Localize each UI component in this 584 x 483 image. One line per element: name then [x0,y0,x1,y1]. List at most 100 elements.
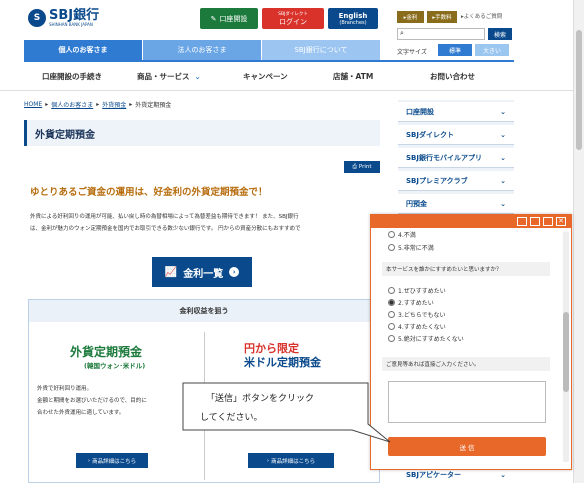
survey-scrollbar-thumb[interactable] [563,312,569,392]
radio-button[interactable] [388,311,395,318]
sidebar-label: 円預金 [406,199,427,208]
survey-option-1[interactable]: 1.ぜひすすめたい [388,286,446,295]
survey-scrollbar[interactable] [563,232,569,462]
direct-login-label: ログイン [279,17,307,26]
sidebar-label: SBJプレミアクラブ [406,176,468,185]
text-size-large-button[interactable]: 大きい [475,44,509,56]
survey-option-3[interactable]: 3.どちらでもない [388,310,446,319]
nav-branches[interactable]: 店舗・ATM [333,71,373,82]
product1-desc-3: 合わせた外貨運用に適しています。 [37,410,125,416]
breadcrumb-personal[interactable]: 個人のお客さま [51,100,93,109]
survey-top-option[interactable]: 5.非常に不満 [388,243,434,252]
radio-button[interactable] [388,323,395,330]
english-sub-label: (Branches) [339,19,367,26]
product1-detail-label: 商品詳細はこちら [92,458,137,465]
tab-underline [24,60,514,62]
rate-list-button[interactable]: 📈 金利一覧 › [152,257,252,287]
tab-personal[interactable]: 個人のお客さま [24,40,142,60]
maximize-icon[interactable] [543,216,553,226]
sidebar-label: SBJアピケーター [406,470,461,479]
nav-products-label: 商品・サービス [137,72,190,81]
pencil-icon: ✎ [210,14,217,23]
sidebar-item-mobile-app[interactable]: SBJ銀行モバイルアプリ ⌄ [398,148,514,168]
logo[interactable]: S SBJ銀行 SHINHAN BANK JAPAN [28,9,99,27]
sidebar-label: SBJダイレクト [406,130,454,139]
headline: ゆとりあるご資金の運用は、好金利の外貨定期預金で！ [30,187,268,198]
page-title: 外貨定期預金 [24,120,380,146]
option-label: 4.不満 [398,232,416,239]
chevron-down-icon: ⌄ [500,107,506,116]
tab-corporate[interactable]: 法人のお客さま [143,40,261,60]
page-scrollbar-thumb[interactable] [576,30,582,150]
product2-title-2: 米ドル定期預金 [244,356,321,369]
logo-text: SBJ銀行 [49,8,100,23]
direct-login-button[interactable]: SBJダイレクト ログイン [262,8,324,29]
chevron-right-icon: › [266,457,270,464]
sidebar-item-account[interactable]: 口座開設 ⌄ [398,102,514,122]
option-label: 1.ぜひすすめたい [398,288,446,295]
fee-link[interactable]: ▸手数料 [427,11,457,23]
option-label: 4.すすめたくない [398,324,446,331]
product1-subtitle: (韓国ウォン･米ドル) [84,362,146,370]
nav-campaign[interactable]: キャンペーン [243,71,288,82]
radio-button[interactable] [388,287,395,294]
arrow-right-icon: › [229,267,240,277]
nav-divider [0,90,584,91]
nav-account-procedure[interactable]: 口座開設の手続き [42,71,102,82]
rate-link[interactable]: ▸金利 [397,11,424,23]
product1-desc-1: 外貨で好利回り運用。 [37,386,93,392]
english-button[interactable]: English (Branches) [328,8,378,29]
print-button[interactable]: ⎙ Print [344,161,380,173]
product1-desc-2: 金額と期間をお選びいただけるので、目的に [37,398,147,404]
chevron-down-icon: ⌄ [500,153,506,162]
survey-option-5[interactable]: 5.絶対にすすめたくない [388,334,464,343]
restore-icon[interactable] [530,216,540,226]
nav-products[interactable]: 商品・サービス ⌄ [137,71,201,82]
product1-detail-button[interactable]: › 商品詳細はこちら [76,453,148,468]
minimize-icon[interactable] [517,216,527,226]
survey-option-4[interactable]: 4.すすめたくない [388,322,446,331]
option-label: 5.絶対にすすめたくない [398,336,464,343]
radio-button[interactable] [388,335,395,342]
rate-list-label: 金利一覧 [183,268,224,280]
print-label: Print [358,164,372,170]
breadcrumb-foreign-deposit[interactable]: 外貨預金 [102,100,126,109]
submit-button[interactable]: 送 信 [388,437,546,456]
survey-option-2[interactable]: 2.すすめたい [388,298,434,307]
close-icon[interactable]: ✕ [556,216,566,226]
search-icon: ⌕ [400,29,404,37]
search-button[interactable]: 検索 [488,28,512,40]
sidebar-item-direct[interactable]: SBJダイレクト ⌄ [398,125,514,145]
chevron-down-icon: ⌄ [500,470,506,479]
comment-textarea[interactable] [388,381,546,423]
printer-icon: ⎙ [352,163,357,170]
radio-button[interactable] [388,231,395,238]
tab-about[interactable]: SBJ銀行について [262,40,380,60]
text-size-label: 文字サイズ [397,49,427,56]
sidebar-label: SBJ銀行モバイルアプリ [406,153,482,162]
sidebar-item-premier[interactable]: SBJプレミアクラブ ⌄ [398,171,514,191]
chevron-down-icon: ⌄ [500,176,506,185]
chevron-down-icon: ⌄ [500,199,506,208]
radio-button[interactable] [388,244,395,251]
radio-button-selected[interactable] [388,299,395,306]
sidebar-label: 口座開設 [406,107,434,116]
text-size-normal-button[interactable]: 標準 [438,44,472,56]
option-label: 5.非常に不満 [398,245,434,252]
chart-icon: 📈 [164,266,178,278]
sidebar-item-yen-deposit[interactable]: 円預金 ⌄ [398,194,514,214]
breadcrumb-home[interactable]: HOME [24,101,42,108]
logo-mark: S [28,9,46,27]
faq-link[interactable]: ▸よくあるご質問 [461,12,502,20]
survey-top-option[interactable]: 4.不満 [388,230,416,239]
nav-contact[interactable]: お問い合わせ [430,71,475,82]
survey-question: 本サービスを誰かにすすめたいと思いますか？ [382,262,550,276]
product2-detail-label: 商品詳細はこちら [271,458,316,465]
search-input[interactable]: ⌕ [397,28,485,40]
account-open-button[interactable]: ✎ 口座開設 [200,8,258,29]
product1-title: 外貨定期預金 [70,345,143,359]
page-scrollbar[interactable] [573,0,584,483]
account-open-label: 口座開設 [219,14,248,23]
product2-detail-button[interactable]: › 商品詳細はこちら [248,453,334,468]
survey-header: ✕ [370,214,572,228]
